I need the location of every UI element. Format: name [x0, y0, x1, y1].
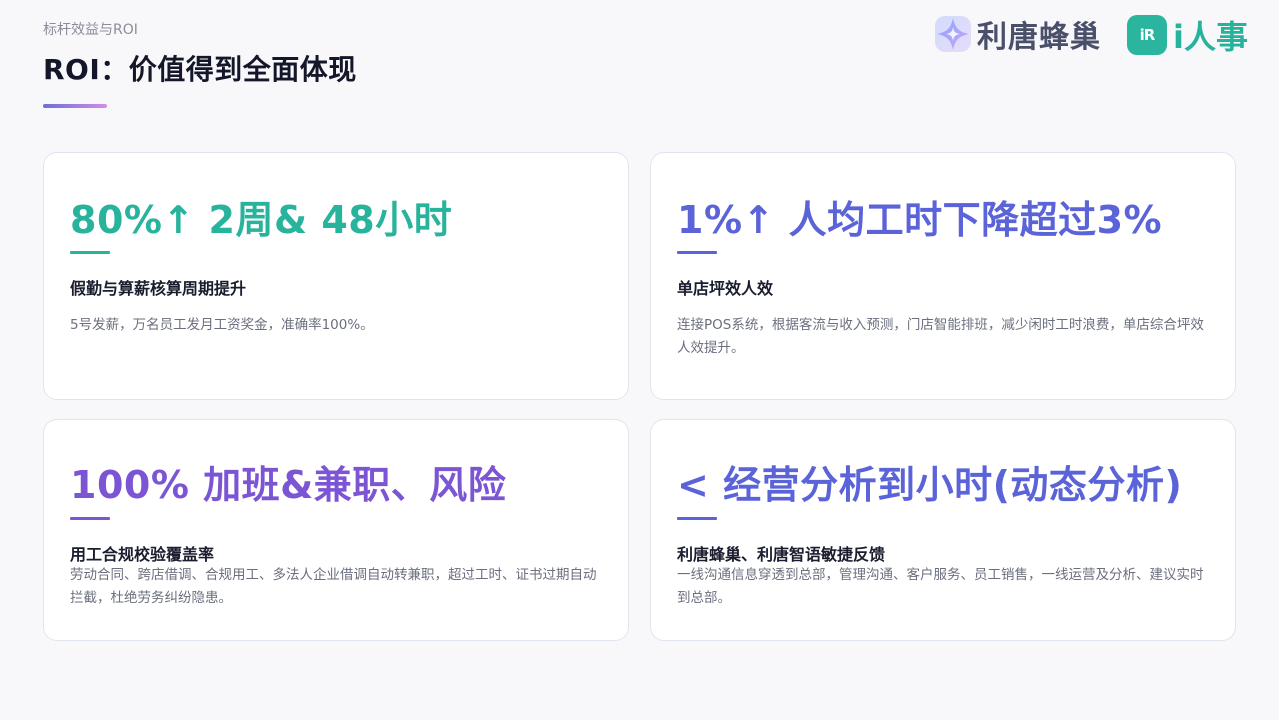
card-headline: 1%↑ 人均工时下降超过3% [677, 198, 1163, 242]
page-title: ROI：价值得到全面体现 [43, 53, 357, 86]
card-description: 连接POS系统，根据客流与收入预测，门店智能排班，减少闲时工时浪费，单店综合坪效… [677, 317, 1204, 356]
litang-logo: 利唐蜂巢 [933, 12, 1101, 56]
card-divider [70, 251, 110, 254]
card-subtitle: 假勤与算薪核算周期提升 [70, 279, 247, 298]
card-description: 5号发薪，万名员工发月工资奖金，准确率100%。 [70, 317, 374, 333]
card-headline: 100% 加班&兼职、风险 [70, 463, 507, 507]
card-divider [677, 517, 717, 520]
card-subtitle: 单店坪效人效 [677, 279, 774, 298]
title-underline [43, 104, 107, 108]
card-headline: < 经营分析到小时(动态分析) [677, 463, 1183, 507]
ir-logo-icon: iR [1127, 15, 1167, 55]
sparkle-logo-icon [935, 16, 971, 52]
card-subtitle: 用工合规校验覆盖率 [70, 545, 215, 564]
litang-logo-text: 利唐蜂巢 [977, 20, 1101, 55]
card-subtitle: 利唐蜂巢、利唐智语敏捷反馈 [677, 545, 886, 564]
card-headline: 80%↑ 2周& 48小时 [70, 198, 453, 242]
card-divider [70, 517, 110, 520]
irenshi-logo-text: i人事 [1173, 18, 1248, 56]
card-divider [677, 251, 717, 254]
roi-card-analytics: < 经营分析到小时(动态分析) 利唐蜂巢、利唐智语敏捷反馈 一线沟通信息穿透到总… [650, 419, 1236, 641]
card-description: 劳动合同、跨店借调、合规用工、多法人企业借调自动转兼职，超过工时、证书过期自动拦… [70, 567, 597, 606]
roi-card-store-efficiency: 1%↑ 人均工时下降超过3% 单店坪效人效 连接POS系统，根据客流与收入预测，… [650, 152, 1236, 400]
slide: 标杆效益与ROI ROI：价值得到全面体现 利唐蜂巢 iR i人事 80%↑ 2… [0, 0, 1279, 720]
breadcrumb: 标杆效益与ROI [43, 22, 138, 38]
ir-logo-mark-text: iR [1139, 26, 1156, 44]
roi-card-compliance: 100% 加班&兼职、风险 用工合规校验覆盖率 劳动合同、跨店借调、合规用工、多… [43, 419, 629, 641]
card-description: 一线沟通信息穿透到总部，管理沟通、客户服务、员工销售，一线运营及分析、建议实时到… [677, 567, 1204, 606]
irenshi-logo: iR i人事 [1127, 12, 1248, 58]
roi-card-payroll: 80%↑ 2周& 48小时 假勤与算薪核算周期提升 5号发薪，万名员工发月工资奖… [43, 152, 629, 400]
